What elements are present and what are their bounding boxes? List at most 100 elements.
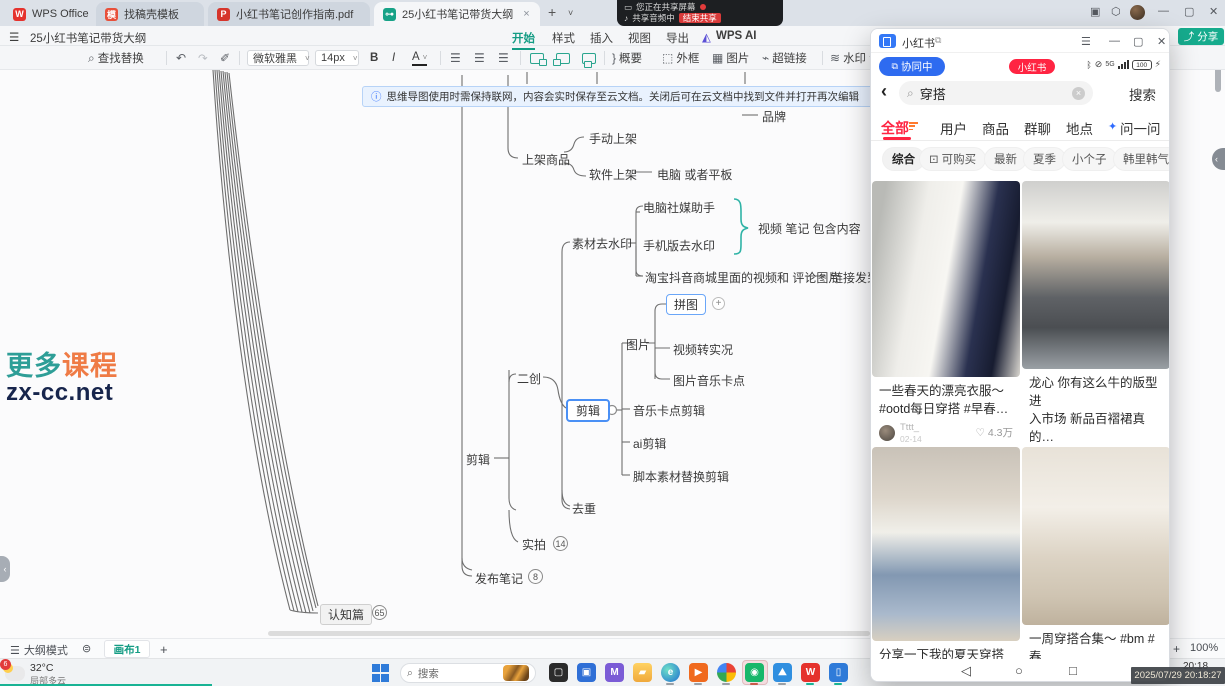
horizontal-scrollbar[interactable] [268, 631, 870, 636]
format-painter-button[interactable]: ✐ [220, 50, 230, 66]
search-highlight-image[interactable] [503, 665, 529, 681]
outline-button[interactable]: } 概要 [612, 50, 642, 66]
add-canvas-button[interactable]: + [160, 642, 168, 657]
share-button[interactable]: ⤴ 分享 [1178, 28, 1224, 45]
search-input[interactable]: ⌕ 穿搭 × [899, 81, 1093, 105]
orange-app-icon[interactable]: ▶ [689, 663, 708, 682]
window-minimize-button[interactable]: — [1158, 5, 1169, 17]
redo-button[interactable]: ↷ [198, 50, 208, 66]
node-music-beat-edit[interactable]: 音乐卡点剪辑 [633, 402, 705, 419]
file-explorer-icon[interactable]: ▰ [633, 663, 652, 682]
phone-close-button[interactable]: ✕ [1157, 35, 1166, 48]
new-tab-button[interactable]: + [548, 4, 556, 20]
note-author[interactable]: Tttt_ [900, 422, 922, 433]
media-app-icon[interactable]: M [605, 663, 624, 682]
node-brand[interactable]: 品牌 [762, 108, 786, 125]
stop-share-button[interactable]: 结束共享 [679, 13, 721, 23]
copy-icon[interactable]: ⧉ [935, 35, 941, 46]
chip-petite[interactable]: 小个子 [1062, 147, 1117, 171]
edge-browser-icon[interactable]: e [661, 663, 680, 682]
filter-icon[interactable] [909, 122, 918, 130]
user-avatar[interactable] [1130, 5, 1145, 20]
node-second-creation[interactable]: 二创 [517, 370, 541, 387]
node-taobao-douyin[interactable]: 淘宝抖音商城里面的视频和 评论图片 [645, 269, 840, 286]
chip-newest[interactable]: 最新 [984, 147, 1027, 171]
tab-mindmap-active[interactable]: ⊶ 25小红书笔记带货大纲 × [374, 2, 540, 26]
node-mobile-watermark[interactable]: 手机版去水印 [643, 237, 715, 254]
chip-korean-style[interactable]: 韩里韩气 [1113, 147, 1170, 171]
note-card[interactable]: 分享一下我的夏天穿搭合 [872, 447, 1020, 682]
phone-window-titlebar[interactable]: 小红书 ⧉ ☰ — ▢ ✕ [871, 29, 1169, 53]
nav-recents-button[interactable]: □ [1069, 663, 1077, 678]
note-card[interactable]: 一些春天的漂亮衣服～#ootd每日穿搭 #早春… Tttt_02-14 ♡4.3… [872, 181, 1020, 446]
node-dedup[interactable]: 去重 [572, 500, 596, 517]
phone-maximize-button[interactable]: ▢ [1133, 35, 1143, 48]
nav-home-button[interactable]: ○ [1015, 663, 1023, 678]
like-count[interactable]: ♡4.3万 [975, 425, 1013, 440]
tab-list-caret[interactable]: ˅ [568, 8, 573, 18]
phone-minimize-button[interactable]: — [1109, 35, 1120, 47]
node-video-to-live[interactable]: 视频转实况 [673, 341, 733, 358]
chip-buyable[interactable]: ⊡可购买 [919, 147, 986, 171]
frame-button[interactable]: ⬚ 外框 [662, 50, 699, 66]
undo-button[interactable]: ↶ [176, 50, 186, 66]
tab-goods[interactable]: 商品 [982, 118, 1009, 138]
tab-template[interactable]: 模 找稿壳模板 [96, 2, 204, 26]
briefcase-app-icon[interactable]: ▣ [577, 663, 596, 682]
node-device[interactable]: 电脑 或者平板 [657, 166, 732, 183]
note-image[interactable] [872, 447, 1020, 641]
clear-search-icon[interactable]: × [1072, 87, 1085, 100]
phone-link-icon[interactable]: ▯ [829, 663, 848, 682]
zoom-in-button[interactable]: + [1173, 642, 1180, 656]
align-left-button[interactable]: ☰ [450, 50, 461, 66]
node-pc-helper[interactable]: 电脑社媒助手 [643, 199, 715, 216]
note-image[interactable] [872, 181, 1020, 377]
chip-summer[interactable]: 夏季 [1023, 147, 1066, 171]
node-picture[interactable]: 图片 [626, 336, 650, 353]
settings-icon[interactable]: ⬡ [1111, 5, 1121, 18]
taskbar-search[interactable]: ⌕ 搜索 [400, 663, 536, 683]
font-size-select[interactable]: 14px ˅ [315, 50, 359, 66]
note-card[interactable]: 龙心 你有这么牛的版型进入市场 新品百褶裙真的… 烤焦面包07-08 ♡2.8万 [1022, 181, 1170, 474]
collaboration-badge[interactable]: ⧉ 协同中 [879, 57, 945, 76]
node-shelf-product[interactable]: 上架商品 [522, 151, 570, 168]
node-edit-parent[interactable]: 剪辑 [466, 451, 490, 468]
node-collage-selected[interactable]: 拼图 [666, 294, 706, 315]
layers-button[interactable]: ⊜ [82, 642, 91, 655]
node-real-shoot[interactable]: 实拍 [522, 536, 546, 553]
menu-tab-export[interactable]: 导出 [666, 30, 689, 46]
menu-tab-view[interactable]: 视图 [628, 30, 651, 46]
node-cognition[interactable]: 认知篇 [320, 604, 372, 625]
collapse-left-panel-handle[interactable]: ‹ [0, 556, 10, 582]
note-image[interactable] [1022, 447, 1170, 625]
start-button[interactable] [372, 664, 390, 682]
menu-tab-insert[interactable]: 插入 [590, 30, 613, 46]
menu-tab-style[interactable]: 样式 [552, 30, 575, 46]
weather-widget[interactable]: 6 32°C 局部多云 [5, 662, 66, 686]
search-button[interactable]: 搜索 [1129, 84, 1156, 104]
insert-subtopic-button[interactable] [556, 50, 570, 66]
font-color-button[interactable]: A˅ [412, 50, 427, 66]
menu-tab-home[interactable]: 开始 [512, 30, 535, 50]
tab-groups[interactable]: 群聊 [1024, 118, 1051, 138]
nav-back-button[interactable]: ◁ [961, 663, 971, 679]
tab-wps-home[interactable]: W WPS Office [4, 2, 92, 26]
insert-image-button[interactable]: ▦ 图片 [712, 50, 749, 66]
tab-ask[interactable]: 问一问 [1120, 118, 1161, 138]
node-ai-edit[interactable]: ai剪辑 [633, 435, 666, 452]
wechat-icon[interactable]: ◉ [745, 663, 764, 682]
tab-places[interactable]: 地点 [1066, 118, 1093, 138]
outline-mode-button[interactable]: ☰ 大纲模式 [10, 642, 68, 658]
note-image[interactable] [1022, 181, 1170, 369]
watermark-button[interactable]: ≋ 水印 ˅ [830, 50, 874, 66]
tab-all[interactable]: 全部 [881, 118, 909, 138]
wps-app-icon[interactable]: W [801, 663, 820, 682]
node-video-note[interactable]: 视频 笔记 包含内容 [758, 220, 861, 237]
window-close-button[interactable]: ✕ [1209, 5, 1218, 18]
note-card[interactable]: 一周穿搭合集～ #bm #春季穿搭 #每日穿搭 #日… [1022, 447, 1170, 682]
insert-relation-button[interactable] [582, 50, 596, 66]
canvas-tab-1[interactable]: 画布1 [104, 640, 150, 658]
window-menu-icon[interactable]: ☰ [1081, 35, 1091, 48]
insert-topic-button[interactable] [530, 50, 544, 66]
tab-users[interactable]: 用户 [940, 118, 967, 138]
